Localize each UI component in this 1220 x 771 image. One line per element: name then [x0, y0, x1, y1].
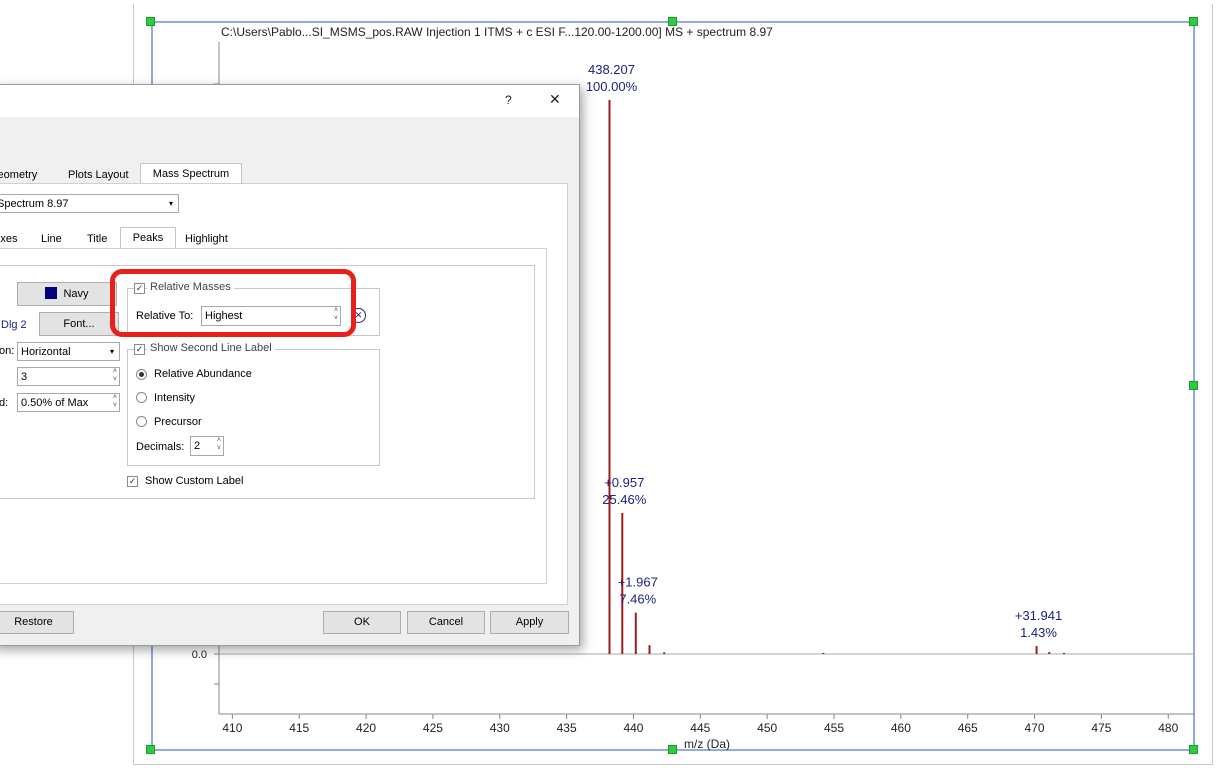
resize-handle-bottom-center[interactable]: [668, 745, 677, 754]
subtab-peaks[interactable]: Peaks: [120, 227, 176, 249]
x-tick-label-435: 435: [557, 721, 577, 735]
close-button[interactable]: ✕: [549, 91, 561, 108]
resize-handle-top-right[interactable]: [1189, 17, 1198, 26]
intensity-label: Intensity: [154, 392, 195, 404]
decimals-spinner-value: 3: [21, 371, 28, 383]
tab-plots-layout[interactable]: Plots Layout: [68, 169, 129, 181]
x-tick-label-470: 470: [1025, 721, 1045, 735]
x-tick-label-475: 475: [1091, 721, 1111, 735]
threshold-label: d:: [0, 397, 9, 409]
chart-title: C:\Users\Pablo...SI_MSMS_pos.RAW Injecti…: [221, 25, 773, 39]
dialog-titlebar: ? ✕: [0, 85, 579, 117]
x-tick-label-480: 480: [1158, 721, 1178, 735]
precursor-radio[interactable]: [136, 416, 147, 427]
peak-label-mass-1: +0.957: [604, 475, 644, 490]
peak-label-percent-0: 100.00%: [586, 79, 638, 94]
spinner-arrows-icon: ˄ ˅: [216, 437, 221, 452]
y-tick-label-0: 0.0: [192, 649, 207, 661]
x-tick-label-410: 410: [222, 721, 242, 735]
peak-label-percent-2: 7.46%: [619, 592, 656, 607]
relative-abundance-label: Relative Abundance: [154, 368, 252, 380]
x-tick-label-415: 415: [289, 721, 309, 735]
chevron-down-icon: ▾: [109, 347, 114, 356]
highlight-frame: [110, 269, 356, 337]
spinner-arrows-icon: ˄ ˅: [112, 368, 117, 383]
peak-label-mass-2: +1.967: [618, 575, 658, 590]
threshold-value: 0.50% of Max: [21, 397, 89, 409]
show-custom-label-checkbox[interactable]: ✓: [127, 476, 138, 487]
x-tick-label-430: 430: [490, 721, 510, 735]
threshold-spinner[interactable]: 0.50% of Max ˄ ˅: [17, 393, 120, 412]
tab-mass-spectrum[interactable]: Mass Spectrum: [140, 163, 242, 184]
spectrum-select-value: Spectrum 8.97: [0, 198, 69, 210]
peak-label-mass-3: +31.941: [1015, 608, 1062, 623]
relative-abundance-radio[interactable]: [136, 369, 147, 380]
color-button-label: Navy: [63, 288, 89, 300]
ok-button[interactable]: OK: [323, 611, 401, 634]
intensity-radio[interactable]: [136, 392, 147, 403]
x-tick-label-440: 440: [623, 721, 643, 735]
subtab-line[interactable]: Line: [41, 233, 62, 245]
x-axis-label: m/z (Da): [684, 737, 730, 751]
peak-label-percent-1: 25.46%: [602, 492, 647, 507]
orientation-value: Horizontal: [21, 346, 71, 358]
dlg2-label: Dlg 2: [1, 319, 27, 331]
precursor-label: Precursor: [154, 416, 202, 428]
restore-button[interactable]: Restore: [0, 611, 74, 634]
orientation-label: on:: [0, 345, 15, 357]
tab-geometry[interactable]: Geometry: [0, 169, 37, 181]
decimals-spinner[interactable]: 3 ˄ ˅: [17, 367, 120, 386]
font-button[interactable]: Font...: [39, 312, 119, 336]
decimals-label: Decimals:: [136, 441, 185, 453]
subtab-highlight[interactable]: Highlight: [185, 233, 228, 245]
color-swatch-icon: [45, 287, 58, 299]
plot-properties-dialog: ? ✕ Geometry Plots Layout Mass Spectrum …: [0, 84, 580, 646]
decimals-select[interactable]: 2 ˄ ˅: [190, 436, 224, 456]
subtab-axes[interactable]: Axes: [0, 233, 17, 245]
resize-handle-bottom-right[interactable]: [1189, 745, 1198, 754]
x-tick-label-425: 425: [423, 721, 443, 735]
spectrum-select[interactable]: Spectrum 8.97 ▾: [0, 194, 179, 213]
x-tick-label-420: 420: [356, 721, 376, 735]
decimals-value: 2: [194, 440, 201, 452]
second-line-label-checkbox[interactable]: ✓: [134, 344, 145, 355]
x-tick-label-460: 460: [891, 721, 911, 735]
peak-label-percent-3: 1.43%: [1020, 625, 1057, 640]
show-custom-label-text: Show Custom Label: [145, 475, 244, 487]
resize-handle-bottom-left[interactable]: [146, 745, 155, 754]
resize-handle-top-left[interactable]: [146, 17, 155, 26]
subtab-title[interactable]: Title: [87, 233, 107, 245]
help-button[interactable]: ?: [505, 93, 512, 107]
peak-label-mass-0: 438.207: [588, 62, 635, 77]
cancel-button[interactable]: Cancel: [407, 611, 485, 634]
resize-handle-top-center[interactable]: [668, 17, 677, 26]
x-tick-label-445: 445: [690, 721, 710, 735]
chevron-down-icon: ▾: [168, 199, 173, 208]
x-tick-label-455: 455: [824, 721, 844, 735]
apply-button[interactable]: Apply: [490, 611, 569, 634]
spinner-arrows-icon: ˄ ˅: [112, 394, 117, 409]
x-tick-label-465: 465: [958, 721, 978, 735]
resize-handle-middle-right[interactable]: [1189, 381, 1198, 390]
second-line-label-title: Show Second Line Label: [147, 342, 275, 354]
color-button[interactable]: Navy: [17, 282, 117, 306]
orientation-select[interactable]: Horizontal ▾: [17, 342, 120, 361]
x-tick-label-450: 450: [757, 721, 777, 735]
